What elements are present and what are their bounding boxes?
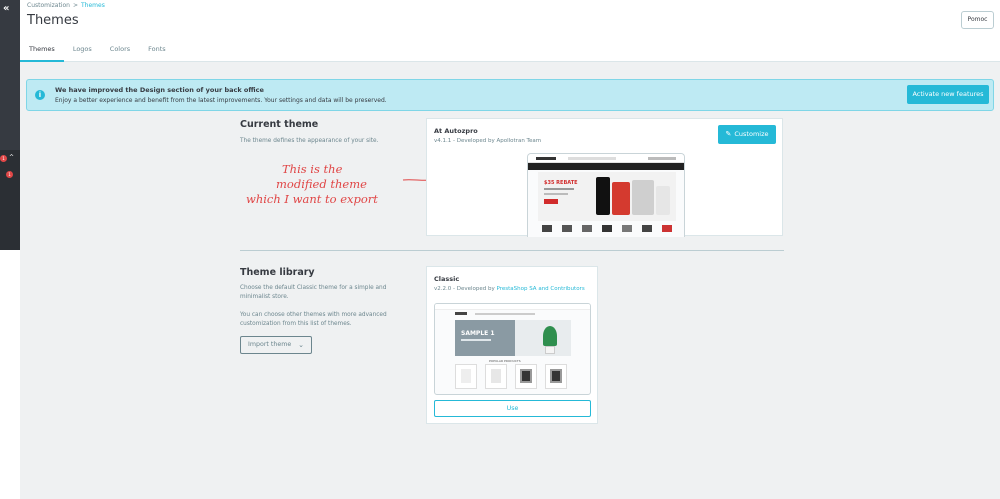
- import-theme-button[interactable]: Import theme ⌄: [240, 336, 312, 354]
- classic-theme-preview: SAMPLE 1 POPULAR PRODUCTS: [434, 303, 591, 395]
- collapse-sidebar-icon[interactable]: «: [3, 4, 9, 14]
- left-sidebar: « 1 ^ 1: [0, 0, 20, 499]
- page-title: Themes: [27, 13, 79, 28]
- chevron-up-icon[interactable]: ^: [9, 154, 14, 161]
- breadcrumb-separator: >: [72, 2, 79, 9]
- current-theme-version: v4.1.1 - Developed by Apollotran Team: [434, 138, 542, 144]
- chevron-down-icon: ⌄: [298, 341, 304, 349]
- breadcrumb-current[interactable]: Themes: [81, 2, 105, 9]
- info-alert: i We have improved the Design section of…: [26, 79, 994, 111]
- tab-colors[interactable]: Colors: [101, 38, 139, 62]
- breadcrumb-parent[interactable]: Customization: [27, 2, 70, 9]
- info-icon: i: [35, 90, 45, 100]
- theme-library-heading: Theme library: [240, 267, 315, 278]
- classic-section-label: POPULAR PRODUCTS: [489, 359, 521, 363]
- current-theme-description: The theme defines the appearance of your…: [240, 138, 379, 144]
- classic-theme-name: Classic: [434, 275, 460, 283]
- classic-hero: SAMPLE 1: [455, 320, 571, 356]
- tab-themes[interactable]: Themes: [20, 38, 64, 62]
- handwritten-annotation: This is the modified theme which I want …: [246, 162, 446, 224]
- import-theme-label: Import theme: [248, 341, 292, 348]
- notification-badge-2: 1: [6, 171, 13, 178]
- breadcrumb: Customization > Themes: [27, 2, 105, 9]
- page-header: Customization > Themes Themes Pomoc Themes…: [20, 0, 1000, 62]
- section-divider: [240, 250, 784, 251]
- use-theme-button[interactable]: Use: [434, 400, 591, 417]
- current-theme-card: At Autozpro v4.1.1 - Developed by Apollo…: [426, 118, 783, 237]
- current-theme-preview: $35 REBATE: [527, 153, 685, 237]
- help-button[interactable]: Pomoc: [961, 11, 994, 29]
- classic-version-prefix: v2.2.0 - Developed by: [434, 286, 497, 292]
- tab-bar: Themes Logos Colors Fonts: [20, 38, 175, 62]
- notification-badge: 1: [0, 155, 7, 162]
- activate-new-features-button[interactable]: Activate new features: [907, 85, 989, 104]
- developer-link[interactable]: PrestaShop SA and Contributors: [497, 286, 585, 292]
- classic-banner-text: SAMPLE 1: [461, 330, 495, 337]
- alert-title: We have improved the Design section of y…: [55, 86, 264, 94]
- current-theme-heading: Current theme: [240, 119, 319, 130]
- preview-hero: $35 REBATE: [538, 172, 676, 221]
- current-theme-name: At Autozpro: [434, 127, 478, 135]
- customize-button[interactable]: ✎ Customize: [718, 125, 776, 144]
- tab-logos[interactable]: Logos: [64, 38, 101, 62]
- sidebar-dark-top: [0, 0, 20, 150]
- alert-text: Enjoy a better experience and benefit fr…: [55, 97, 387, 104]
- pencil-icon: ✎: [725, 130, 732, 138]
- tab-fonts[interactable]: Fonts: [139, 38, 175, 62]
- theme-library-description-1: Choose the default Classic theme for a s…: [240, 285, 387, 300]
- sidebar-dark-mid: [0, 150, 20, 250]
- theme-library-description-2: You can choose other themes with more ad…: [240, 312, 387, 327]
- classic-theme-version: v2.2.0 - Developed by PrestaShop SA and …: [434, 286, 585, 292]
- preview-banner-text: $35 REBATE: [544, 180, 578, 186]
- annotation-line-3: which I want to export: [246, 192, 378, 206]
- customize-label: Customize: [734, 130, 769, 138]
- classic-theme-card: Classic v2.2.0 - Developed by PrestaShop…: [426, 266, 598, 424]
